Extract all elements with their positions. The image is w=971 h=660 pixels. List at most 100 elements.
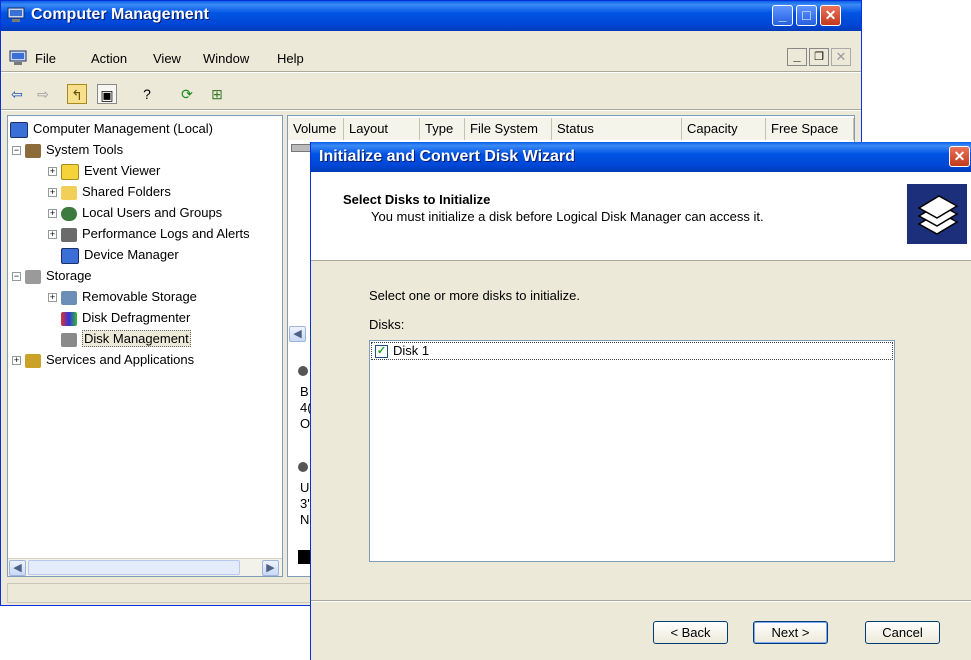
show-hide-tree-icon[interactable]: ▣ [97,84,117,104]
expand-icon[interactable]: + [48,293,57,303]
mdi-close-button[interactable]: ✕ [831,48,851,66]
mdi-minimize-button[interactable]: _ [787,48,807,66]
collapse-icon[interactable]: − [12,146,21,156]
column-header-volume[interactable]: Volume [288,118,344,140]
back-icon[interactable]: ⇦ [7,84,27,104]
disk-icon [298,366,308,376]
expand-icon[interactable]: + [48,209,57,219]
disk-1-checkbox[interactable]: ✓ [375,345,388,358]
tree-item-performance-logs[interactable]: + Performance Logs and Alerts [48,223,250,244]
wizard-title-bar[interactable]: Initialize and Convert Disk Wizard ✕ [311,142,971,172]
tree-item-disk-management[interactable]: Disk Management [61,328,191,349]
wizard-header-title: Select Disks to Initialize [343,192,491,207]
maximize-button[interactable]: □ [796,5,817,26]
tree-label: System Tools [46,142,124,157]
menu-bar: File Action View Window Help _ ❐ ✕ [1,47,861,69]
tree-label: Local Users and Groups [82,205,223,220]
volume-icon [291,144,311,152]
tree-label: Device Manager [84,247,179,262]
tree-item-device-manager[interactable]: Device Manager [61,244,179,265]
disks-listbox[interactable]: ✓ Disk 1 [369,340,895,562]
toolbar: ⇦ ⇨ ↰ ▣ ? ⟳ ⊞ [1,81,861,107]
shared-folder-icon [61,185,77,200]
back-button[interactable]: < Back [653,621,728,644]
menu-view[interactable]: View [153,51,181,66]
column-header-layout[interactable]: Layout [344,118,420,140]
disk-1-label: Disk 1 [393,343,430,358]
tree-item-root[interactable]: Computer Management (Local) [10,118,213,139]
toolbar-separator [1,109,861,111]
help-icon[interactable]: ? [137,84,157,104]
menu-separator [1,71,861,73]
tree-label: Services and Applications [46,352,195,367]
tree-item-local-users[interactable]: + Local Users and Groups [48,202,222,223]
up-folder-icon[interactable]: ↰ [67,84,87,104]
mdi-controls: _ ❐ ✕ [787,48,855,66]
tree-item-shared-folders[interactable]: + Shared Folders [48,181,171,202]
disk-stack-icon [907,184,967,244]
window-title: Computer Management [31,6,209,23]
menu-file[interactable]: File [35,51,56,66]
tree-item-event-viewer[interactable]: + Event Viewer [48,160,160,181]
removable-storage-icon [61,290,77,305]
tree-item-services-applications[interactable]: + Services and Applications [12,349,194,370]
expand-icon[interactable]: + [48,230,57,240]
list-item[interactable]: ✓ Disk 1 [371,342,893,360]
cancel-button[interactable]: Cancel [865,621,940,644]
export-icon[interactable]: ⊞ [207,84,227,104]
tree-label: Performance Logs and Alerts [82,226,250,241]
collapse-icon[interactable]: − [12,272,21,282]
instruction-text: Select one or more disks to initialize. [369,288,580,303]
device-manager-icon [61,247,79,264]
scrollbar-thumb[interactable] [28,560,240,575]
column-header-file-system[interactable]: File System [465,118,552,140]
disk-icon [298,462,308,472]
disk-1-status: N [300,512,310,527]
tree-label: Shared Folders [82,184,171,199]
defragmenter-icon [61,311,77,326]
tree-item-removable-storage[interactable]: + Removable Storage [48,286,197,307]
scroll-left-icon[interactable]: ◀ [9,560,26,576]
expand-icon[interactable]: + [12,356,21,366]
column-header-free-space[interactable]: Free Space [766,118,854,140]
tree-label: Disk Defragmenter [82,310,191,325]
tree-label: Disk Management [82,330,191,347]
expand-icon[interactable]: + [48,188,57,198]
tree-item-disk-defragmenter[interactable]: Disk Defragmenter [61,307,190,328]
close-button[interactable]: ✕ [820,5,841,26]
tree-label: Computer Management (Local) [33,121,213,136]
tools-icon [25,143,41,158]
next-button[interactable]: Next > [753,621,828,644]
expand-icon[interactable]: + [48,167,57,177]
disk-1-info: U 3' N [300,480,310,528]
menu-action[interactable]: Action [91,51,127,66]
minimize-button[interactable]: _ [772,5,793,26]
services-icon [25,353,41,368]
storage-icon [25,269,41,284]
tree-label: Storage [46,268,92,283]
menu-help[interactable]: Help [277,51,304,66]
tree-label: Event Viewer [84,163,161,178]
wizard-close-button[interactable]: ✕ [949,146,970,167]
refresh-icon[interactable]: ⟳ [177,84,197,104]
title-bar[interactable]: Computer Management _ □ ✕ [1,1,861,31]
tree-label: Removable Storage [82,289,197,304]
column-header-type[interactable]: Type [420,118,465,140]
mdi-restore-button[interactable]: ❐ [809,48,829,66]
column-header-capacity[interactable]: Capacity [682,118,766,140]
performance-icon [61,227,77,242]
event-viewer-icon [61,163,79,180]
scroll-right-icon[interactable]: ▶ [262,560,279,576]
tree-item-system-tools[interactable]: − System Tools [12,139,123,160]
forward-icon[interactable]: ⇨ [33,84,53,104]
scroll-left-icon[interactable]: ◀ [289,326,306,342]
tree-item-storage[interactable]: − Storage [12,265,92,286]
console-tree: Computer Management (Local) − System Tool… [7,115,283,577]
users-icon [61,206,77,221]
computer-icon [9,50,27,65]
menu-window[interactable]: Window [203,51,249,66]
initialize-disk-wizard: Initialize and Convert Disk Wizard ✕ Sel… [310,142,971,660]
tree-horizontal-scrollbar[interactable]: ◀ ▶ [8,558,282,576]
column-header-status[interactable]: Status [552,118,682,140]
computer-icon [7,7,25,22]
